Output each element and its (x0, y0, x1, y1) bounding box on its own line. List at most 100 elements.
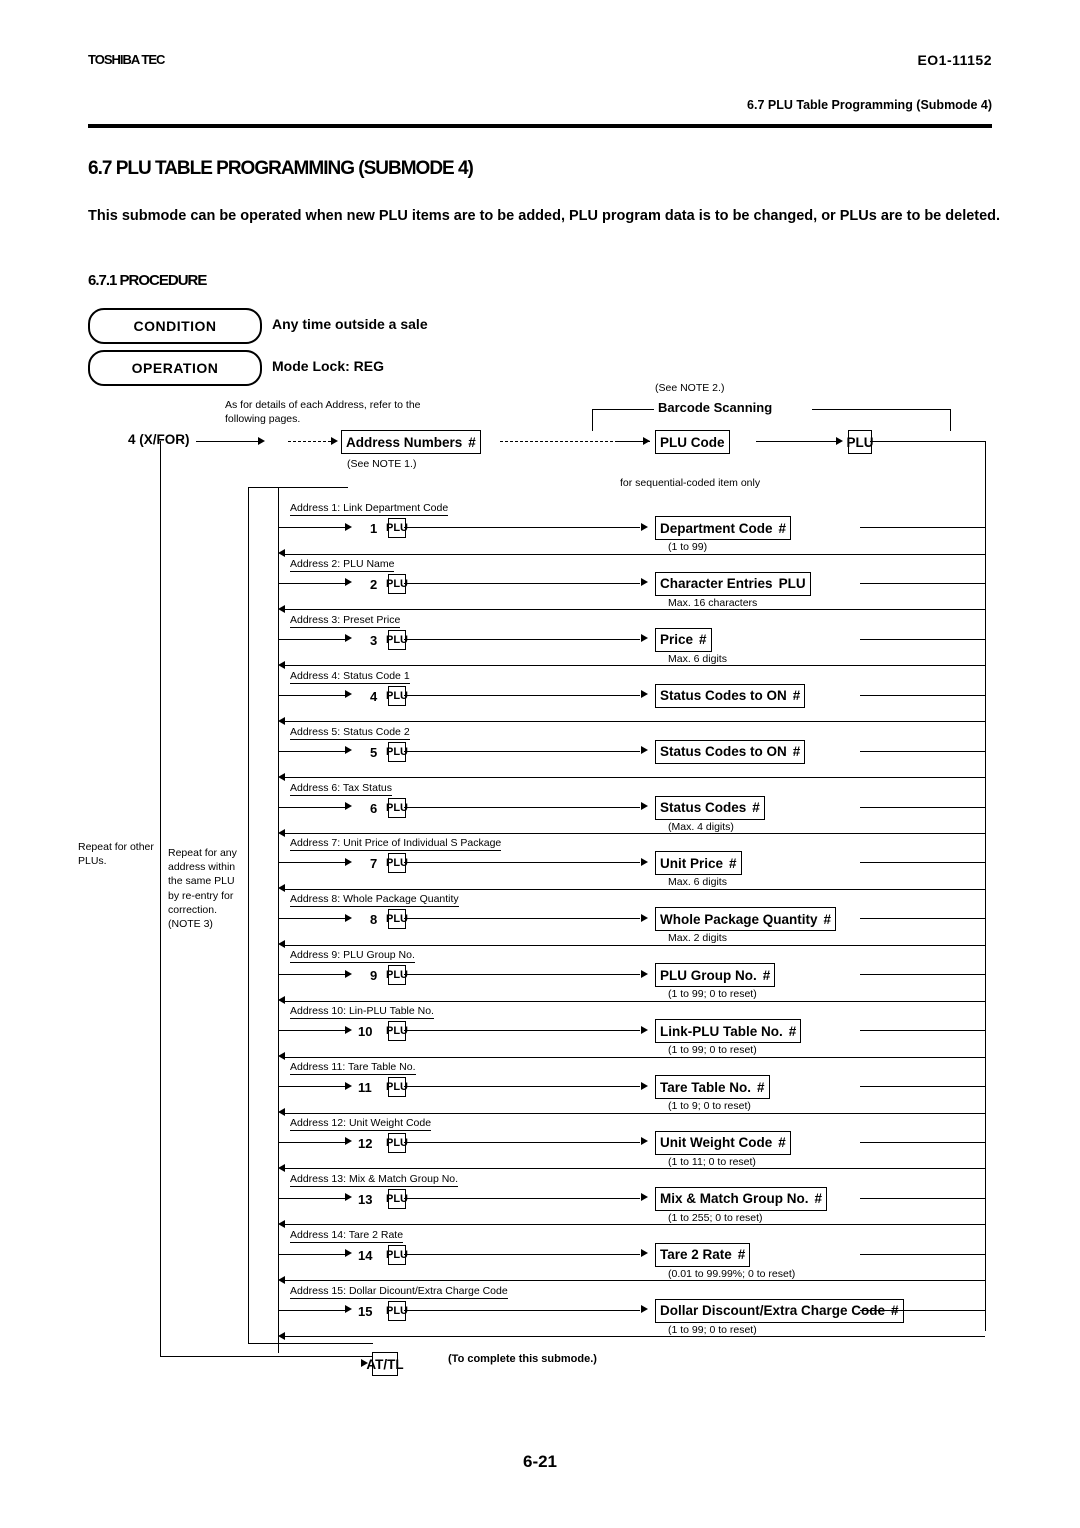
arrow-field (641, 802, 648, 810)
limit-note: Max. 16 characters (668, 596, 758, 609)
address-numbers-key: # (468, 434, 476, 450)
step-number: 10 (358, 1024, 373, 1040)
field-return-line (860, 582, 985, 584)
arrow-feedback-left (278, 660, 285, 669)
feedback-line (285, 721, 985, 723)
step-key-label: PLU (386, 1192, 408, 1205)
limit-note: (0.01 to 99.99%; 0 to reset) (668, 1267, 796, 1280)
entry-field-label: Dollar Discount/Extra Charge Code (660, 1303, 886, 1319)
entry-field: Tare Table No. # (655, 1075, 770, 1099)
entry-field: PLU Group No. # (655, 963, 776, 988)
step-key-box: PLU (386, 965, 408, 986)
feedback-line (285, 553, 985, 555)
barcode-bracket-left-top (592, 409, 654, 410)
feedback-line (285, 944, 985, 946)
barcode-bracket-right-top (812, 409, 950, 410)
arrow-feedback-left (278, 884, 285, 893)
limit-note: (1 to 255; 0 to reset) (668, 1211, 763, 1224)
entry-field-label: Tare Table No. (660, 1079, 752, 1095)
step-key-label: PLU (386, 1248, 408, 1261)
entry-field-label: Mix & Match Group No. (660, 1191, 809, 1207)
entry-field-key: # (788, 1023, 797, 1039)
step-key-box: PLU (386, 1300, 408, 1321)
sequential-note: for sequential-coded item only (620, 477, 761, 489)
right-feedback-spine (985, 491, 986, 1331)
branch-line (278, 694, 346, 696)
step-number: 1 (370, 521, 378, 536)
entry-field-key: # (823, 911, 832, 927)
step-number: 4 (370, 688, 378, 704)
feedback-line (285, 1224, 985, 1226)
branch-line (278, 527, 346, 528)
branch-line (278, 1309, 346, 1311)
limit-note: (1 to 99) (668, 541, 708, 553)
field-return-line (860, 1253, 985, 1255)
limit-note: (1 to 11; 0 to reset) (668, 1155, 756, 1168)
entry-field: Status Codes # (655, 795, 765, 820)
arrow-field (641, 1305, 648, 1314)
page-number: 6-21 (522, 1452, 558, 1471)
arrow-field (641, 1137, 648, 1146)
address-label: Address 8: Whole Package Quantity (290, 893, 459, 908)
limit-note: (1 to 99; 0 to reset) (668, 1323, 757, 1336)
step-key-label: PLU (386, 1136, 408, 1149)
step-number: 11 (358, 1080, 372, 1095)
field-return-line (860, 1141, 985, 1143)
arrow-step (345, 1249, 352, 1258)
entry-field: Dollar Discount/Extra Charge Code # (655, 1298, 904, 1323)
complete-submode-note: (To complete this submode.) (448, 1353, 597, 1365)
branch-line (278, 750, 346, 752)
step-key-box: PLU (386, 685, 408, 706)
limit-note: (1 to 99; 0 to reset) (668, 1044, 757, 1057)
mode-key-label: 4 (X/FOR) (128, 432, 190, 447)
arrow-step (345, 1025, 352, 1034)
step-key-box: PLU (386, 629, 408, 650)
step-to-field-line (404, 1030, 640, 1032)
entry-field: Price # (655, 627, 712, 652)
entry-field: Link-PLU Table No. # (655, 1019, 802, 1044)
step-number: 14 (358, 1247, 373, 1263)
step-to-field-line (404, 1309, 640, 1311)
address-label: Address 11: Tare Table No. (290, 1061, 416, 1075)
entry-field: Tare 2 Rate # (655, 1242, 751, 1267)
branch-line (278, 1141, 346, 1143)
field-return-line (860, 918, 985, 920)
operation-text: Mode Lock: REG (272, 358, 385, 374)
arrow-feedback-left (278, 1163, 285, 1172)
field-return-line (860, 638, 985, 640)
address-numbers-field: Address Numbers # (341, 430, 481, 454)
arrow-feedback-left (278, 1052, 285, 1061)
right-return-h (870, 441, 985, 442)
step-to-field-line (404, 1141, 640, 1143)
arrow-field (641, 690, 648, 699)
barcode-bracket-right-v (950, 409, 951, 431)
entry-field-key: # (729, 855, 737, 871)
limit-note: Max. 6 digits (668, 652, 727, 665)
intro-paragraph: This submode can be operated when new PL… (88, 208, 1001, 224)
arrow-feedback-left (278, 1331, 285, 1340)
arrow-feedback-left (278, 549, 285, 557)
branch-line (278, 1197, 346, 1199)
step-to-field-line (404, 1086, 640, 1087)
line-modekey-to-addr (196, 441, 258, 442)
address-label: Address 12: Unit Weight Code (290, 1116, 432, 1131)
step-key-box: PLU (386, 909, 408, 930)
step-number: 7 (370, 856, 378, 872)
repeat-same-plu-text: Repeat for any address within the same P… (168, 847, 237, 916)
arrow-to-plukey (836, 436, 843, 445)
step-key-box: PLU (386, 1021, 408, 1042)
line-plucode-to-plukey (756, 441, 836, 442)
address-detail-note: As for details of each Address, refer to… (225, 399, 421, 426)
address-label: Address 6: Tax Status (290, 781, 392, 796)
step-key-label: PLU (386, 522, 408, 534)
dash-address-to-plu (500, 441, 618, 442)
step-key-label: PLU (386, 577, 408, 590)
field-return-line (860, 694, 985, 696)
arrow-feedback-left (278, 828, 285, 837)
step-key-label: PLU (386, 857, 408, 870)
entry-field-key: # (792, 744, 801, 760)
arrow-feedback-left (278, 996, 285, 1005)
step-to-field-line (404, 1253, 640, 1255)
step-key-box: PLU (386, 1188, 408, 1209)
entry-field: Unit Weight Code # (655, 1130, 791, 1155)
